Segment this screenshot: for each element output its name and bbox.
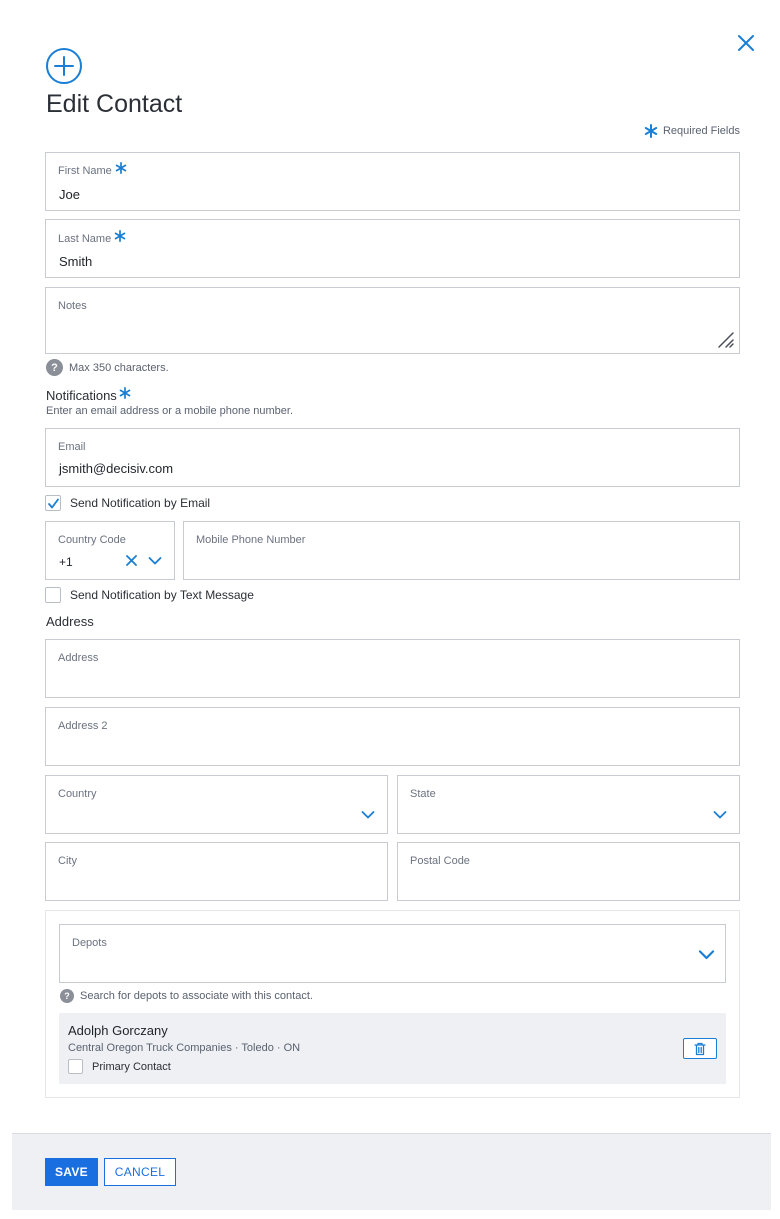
first-name-value: Joe <box>59 187 80 202</box>
address-2-field[interactable]: Address 2 <box>45 707 740 766</box>
depots-select[interactable]: Depots <box>59 924 726 983</box>
address-2-label: Address 2 <box>58 720 108 732</box>
help-icon: ? <box>60 989 74 1003</box>
mobile-phone-field[interactable]: Mobile Phone Number <box>183 521 740 580</box>
depots-helper: ? Search for depots to associate with th… <box>60 989 313 1003</box>
postal-code-field[interactable]: Postal Code <box>397 842 740 901</box>
required-star-icon <box>114 230 126 242</box>
depots-helper-text: Search for depots to associate with this… <box>80 990 313 1002</box>
postal-code-label: Postal Code <box>410 855 470 867</box>
depot-detail: Central Oregon Truck Companies · Toledo … <box>68 1042 301 1054</box>
notes-helper-text: Max 350 characters. <box>69 361 169 374</box>
primary-contact-checkbox[interactable] <box>68 1059 83 1074</box>
delete-depot-button[interactable] <box>683 1038 717 1059</box>
last-name-label: Last Name <box>58 230 126 245</box>
required-fields-note: Required Fields <box>644 124 740 138</box>
email-label: Email <box>58 441 86 453</box>
first-name-field[interactable]: First Name Joe <box>45 152 740 211</box>
chevron-down-icon[interactable] <box>361 810 375 820</box>
checkmark-icon <box>48 498 59 509</box>
country-code-label: Country Code <box>58 534 126 546</box>
first-name-label: First Name <box>58 162 127 177</box>
chevron-down-icon[interactable] <box>713 810 727 820</box>
country-label: Country <box>58 788 97 800</box>
last-name-value: Smith <box>59 254 93 269</box>
send-text-checkbox-row[interactable]: Send Notification by Text Message <box>45 587 254 603</box>
primary-contact-label: Primary Contact <box>92 1060 171 1073</box>
depot-list-item: Adolph Gorczany Central Oregon Truck Com… <box>59 1013 726 1084</box>
mobile-phone-label: Mobile Phone Number <box>196 534 306 546</box>
address-title: Address <box>46 614 94 629</box>
notes-helper: ? Max 350 characters. <box>46 359 169 376</box>
primary-contact-row[interactable]: Primary Contact <box>68 1059 171 1074</box>
email-value: jsmith@decisiv.com <box>59 461 174 476</box>
required-fields-label: Required Fields <box>662 125 740 137</box>
send-email-checkbox[interactable] <box>45 495 61 511</box>
add-circle-icon <box>46 48 82 84</box>
send-text-label: Send Notification by Text Message <box>70 588 254 602</box>
required-star-icon <box>119 387 131 399</box>
page-title: Edit Contact <box>46 90 183 118</box>
address-label: Address <box>58 652 99 664</box>
notes-label: Notes <box>58 300 87 312</box>
notifications-title: Notifications <box>46 387 131 403</box>
help-icon: ? <box>46 359 63 376</box>
chevron-down-icon[interactable] <box>148 556 162 566</box>
city-field[interactable]: City <box>45 842 388 901</box>
depots-label: Depots <box>72 937 107 949</box>
depot-contact-name: Adolph Gorczany <box>68 1023 168 1038</box>
address-field[interactable]: Address <box>45 639 740 698</box>
notes-textarea[interactable]: Notes <box>45 287 740 354</box>
resize-handle-icon[interactable] <box>717 331 735 349</box>
city-label: City <box>58 855 77 867</box>
required-star-icon <box>115 162 127 174</box>
chevron-down-icon[interactable] <box>698 949 715 961</box>
trash-icon <box>694 1042 706 1055</box>
send-email-label: Send Notification by Email <box>70 496 211 510</box>
country-code-value: +1 <box>59 555 73 569</box>
required-star-icon <box>644 124 658 138</box>
send-email-checkbox-row[interactable]: Send Notification by Email <box>45 495 210 511</box>
state-select[interactable]: State <box>397 775 740 834</box>
cancel-button[interactable]: CANCEL <box>104 1158 176 1186</box>
last-name-field[interactable]: Last Name Smith <box>45 219 740 278</box>
close-icon[interactable] <box>736 33 756 53</box>
email-field[interactable]: Email jsmith@decisiv.com <box>45 428 740 487</box>
country-select[interactable]: Country <box>45 775 388 834</box>
clear-icon[interactable] <box>125 554 138 567</box>
send-text-checkbox[interactable] <box>45 587 61 603</box>
notifications-subtitle: Enter an email address or a mobile phone… <box>46 405 294 417</box>
state-label: State <box>410 788 436 800</box>
country-code-select[interactable]: Country Code +1 <box>45 521 175 580</box>
save-button[interactable]: SAVE <box>45 1158 98 1186</box>
